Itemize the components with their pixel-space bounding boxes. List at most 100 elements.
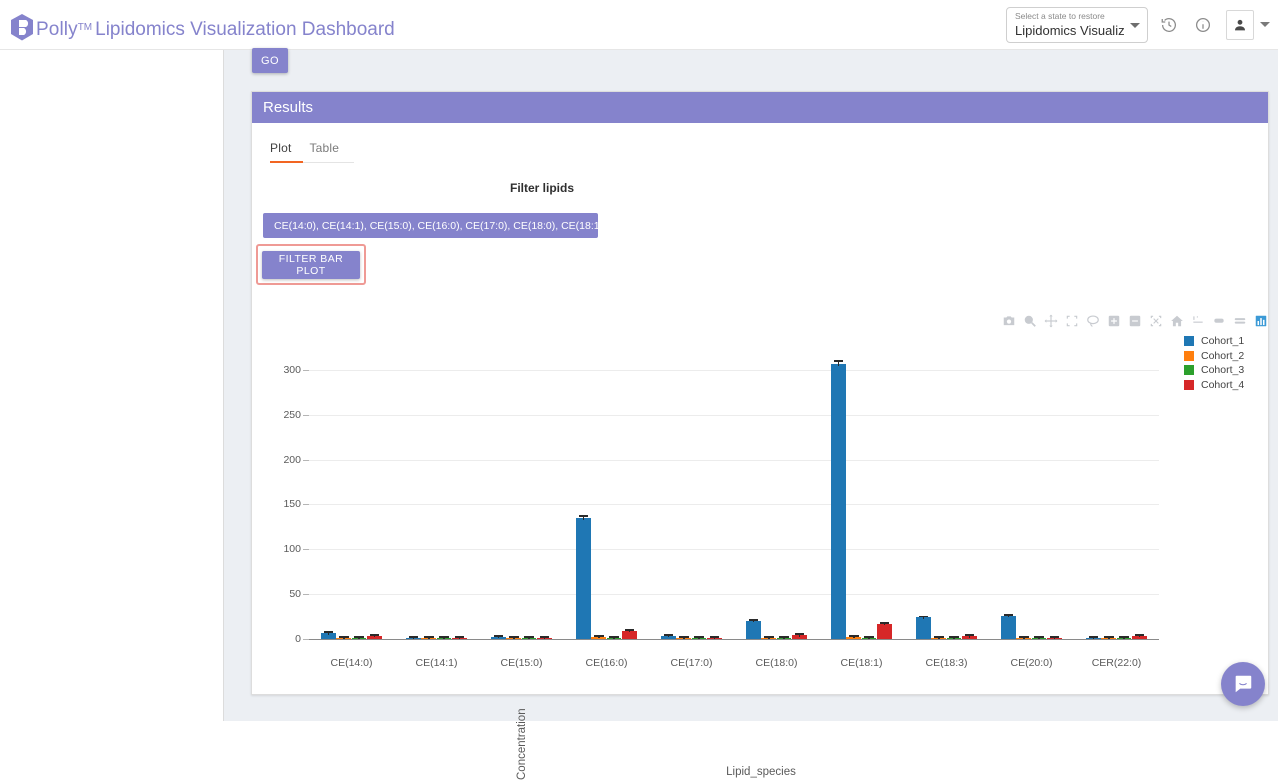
filter-bar-plot-highlight: FILTER BAR PLOT bbox=[256, 244, 366, 285]
lasso-select-icon[interactable] bbox=[1084, 313, 1102, 329]
chart-error-bar-cap bbox=[508, 635, 519, 638]
chart-gridline bbox=[309, 369, 1159, 371]
chart-y-tick-label: 0 bbox=[295, 633, 301, 645]
chart-y-tick-mark bbox=[303, 549, 309, 551]
chart-error-bar-cap bbox=[1103, 635, 1114, 638]
info-icon[interactable] bbox=[1190, 12, 1216, 38]
chart-error-bar-cap bbox=[354, 635, 365, 638]
chart-error-bar-cap bbox=[439, 635, 450, 638]
chart-error-bar-cap bbox=[1034, 635, 1045, 638]
chart-error-bar-cap bbox=[918, 615, 929, 618]
chart-error-bar-cap bbox=[879, 621, 890, 624]
zoom-in-icon[interactable] bbox=[1105, 313, 1123, 329]
state-restore-select[interactable]: Select a state to restore Lipidomics Vis… bbox=[1006, 6, 1148, 43]
chart-error-bar-cap bbox=[539, 635, 550, 638]
chart-error-bar-cap bbox=[578, 515, 589, 518]
tab-active-underline bbox=[270, 160, 303, 163]
chart-bar[interactable] bbox=[830, 363, 846, 639]
chart-error-bar-cap bbox=[369, 634, 380, 637]
chart-x-tick-label: CE(14:1) bbox=[415, 657, 458, 669]
chart-error-bar-cap bbox=[593, 634, 604, 637]
plotly-logo-icon[interactable] bbox=[1252, 313, 1270, 329]
chart-y-tick-mark bbox=[303, 459, 309, 461]
chart-gridline bbox=[309, 549, 1159, 551]
chart-gridline bbox=[309, 414, 1159, 416]
state-restore-value: Lipidomics Visualiza... bbox=[1015, 22, 1125, 38]
bar-chart: Concentration 0 50 100 150 200 250 300 CE(14:0)… bbox=[251, 330, 1269, 780]
chart-x-tick-label: CE(17:0) bbox=[670, 657, 713, 669]
chart-y-tick-label: 50 bbox=[289, 588, 301, 601]
tab-plot[interactable]: Plot bbox=[270, 138, 291, 162]
chart-x-tick-label: CE(14:0) bbox=[330, 657, 373, 669]
chart-x-tick-label: CE(18:1) bbox=[840, 657, 883, 669]
chart-error-bar-cap bbox=[1119, 635, 1130, 638]
chart-error-bar-cap bbox=[964, 634, 975, 637]
chart-y-tick-label: 150 bbox=[283, 498, 301, 511]
chart-y-tick-label: 200 bbox=[283, 453, 301, 466]
results-header: Results bbox=[252, 92, 1268, 123]
chart-y-tick-label: 100 bbox=[283, 543, 301, 556]
box-select-icon[interactable] bbox=[1063, 313, 1081, 329]
chart-bar[interactable] bbox=[915, 617, 931, 639]
chart-x-tick-label: CE(16:0) bbox=[585, 657, 628, 669]
chart-error-bar-cap bbox=[493, 634, 504, 637]
chart-x-tick-label: CER(22:0) bbox=[1091, 657, 1142, 669]
chart-bar[interactable] bbox=[876, 623, 892, 639]
chart-y-tick-mark bbox=[303, 414, 309, 416]
chart-y-tick-label: 250 bbox=[283, 408, 301, 421]
chart-error-bar-cap bbox=[338, 635, 349, 638]
chart-error-bar-cap bbox=[609, 635, 620, 638]
selected-lipids-chip[interactable]: CE(14:0), CE(14:1), CE(15:0), CE(16:0), … bbox=[263, 213, 598, 238]
chart-x-tick-label: CE(15:0) bbox=[500, 657, 543, 669]
user-menu-button[interactable] bbox=[1226, 9, 1254, 40]
state-restore-label: Select a state to restore bbox=[1015, 10, 1105, 21]
filter-bar-plot-button[interactable]: FILTER BAR PLOT bbox=[262, 250, 360, 279]
go-button[interactable]: GO bbox=[252, 48, 288, 73]
chart-error-bar-cap bbox=[663, 634, 674, 637]
tab-table[interactable]: Table bbox=[309, 138, 339, 162]
chart-x-axis-line bbox=[309, 639, 1159, 641]
chart-bar[interactable] bbox=[1000, 615, 1016, 639]
chat-support-button[interactable] bbox=[1221, 662, 1265, 706]
zoom-icon[interactable] bbox=[1021, 313, 1039, 329]
brand-trademark: TM bbox=[77, 22, 93, 33]
chart-error-bar-cap bbox=[794, 633, 805, 636]
camera-icon[interactable] bbox=[1000, 313, 1018, 329]
results-tabs: Plot Table bbox=[270, 138, 354, 163]
spike-lines-icon[interactable] bbox=[1189, 313, 1207, 329]
chart-error-bar-cap bbox=[1049, 635, 1060, 638]
chart-error-bar-cap bbox=[1018, 635, 1029, 638]
hover-compare-icon[interactable] bbox=[1231, 313, 1249, 329]
chart-error-bar-cap bbox=[1003, 613, 1014, 616]
chart-error-bar-cap bbox=[864, 635, 875, 638]
chart-error-bar-cap bbox=[763, 635, 774, 638]
chevron-down-icon bbox=[1130, 22, 1140, 28]
chat-bubble-icon bbox=[1235, 675, 1252, 693]
history-icon[interactable] bbox=[1156, 12, 1182, 38]
chart-error-bar-cap bbox=[678, 635, 689, 638]
chart-error-bar-cap bbox=[408, 635, 419, 638]
chart-gridline bbox=[309, 504, 1159, 506]
user-menu-chevron-icon[interactable] bbox=[1260, 22, 1270, 27]
autoscale-icon[interactable] bbox=[1147, 313, 1165, 329]
pan-icon[interactable] bbox=[1042, 313, 1060, 329]
reset-home-icon[interactable] bbox=[1168, 313, 1186, 329]
chart-y-tick-label: 300 bbox=[283, 363, 301, 376]
hover-closest-icon[interactable] bbox=[1210, 313, 1228, 329]
chart-y-tick-mark bbox=[303, 369, 309, 371]
chart-error-bar-cap bbox=[624, 629, 635, 632]
chart-error-bar-cap bbox=[848, 635, 859, 638]
chart-error-bar-cap bbox=[694, 635, 705, 638]
chart-bar[interactable] bbox=[575, 517, 591, 639]
chart-x-tick-label: CE(18:0) bbox=[755, 657, 798, 669]
chart-gridline bbox=[309, 594, 1159, 596]
chart-y-tick-mark bbox=[303, 504, 309, 506]
brand: Polly TM Lipidomics Visualization Dashboa… bbox=[0, 8, 395, 41]
left-sidebar bbox=[0, 50, 224, 721]
filter-lipids-label: Filter lipids bbox=[510, 181, 575, 195]
go-button-strip: GO bbox=[252, 48, 288, 73]
user-icon bbox=[1235, 19, 1245, 30]
plotly-modebar bbox=[1000, 313, 1270, 329]
chart-bar[interactable] bbox=[745, 620, 761, 639]
zoom-out-icon[interactable] bbox=[1126, 313, 1144, 329]
